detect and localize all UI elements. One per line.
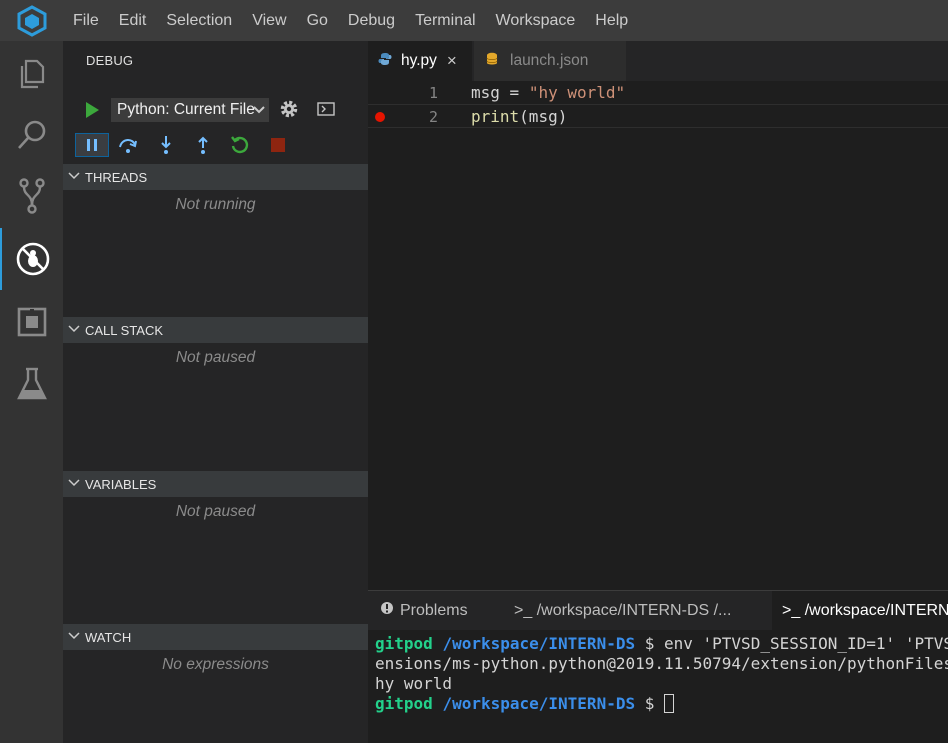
menu-terminal[interactable]: Terminal [405, 0, 485, 41]
call-stack-message: Not paused [175, 349, 256, 366]
menu-help[interactable]: Help [585, 0, 638, 41]
close-icon[interactable]: × [447, 51, 457, 71]
section-watch[interactable]: WATCH [63, 624, 368, 650]
pause-icon[interactable] [75, 133, 109, 157]
editor-tabbar: hy.py × launch.json [368, 41, 948, 81]
database-file-icon [486, 52, 498, 71]
menu-view[interactable]: View [242, 0, 296, 41]
terminal-line: gitpod /workspace/INTERN-DS $ [375, 694, 674, 714]
section-threads[interactable]: THREADS [63, 164, 368, 190]
watch-message: No expressions [162, 656, 269, 673]
section-call-stack[interactable]: CALL STACK [63, 317, 368, 343]
debug-toolbar: Python: Current File [63, 96, 368, 124]
section-call-stack-label: CALL STACK [85, 322, 164, 338]
debug-controls [63, 133, 368, 157]
info-icon [380, 601, 394, 620]
debug-config-label: Python: Current File [117, 101, 255, 118]
step-over-icon[interactable] [113, 133, 143, 157]
activity-bar [0, 41, 63, 743]
tab-problems[interactable]: Problems [368, 591, 492, 630]
menu-debug[interactable]: Debug [338, 0, 405, 41]
chevron-down-icon [68, 323, 80, 338]
chevron-down-icon [68, 170, 80, 185]
panel-tabbar: Problems >_ /workspace/INTERN-DS /... >_… [368, 590, 948, 630]
code-line-current: 2 print(msg) [368, 104, 948, 128]
menu-edit[interactable]: Edit [109, 0, 157, 41]
gear-icon[interactable] [279, 99, 299, 124]
menu-selection[interactable]: Selection [156, 0, 242, 41]
tab-terminal-2[interactable]: >_ /workspace/INTERN-DS [772, 591, 948, 630]
threads-message: Not running [175, 196, 256, 213]
code-line: 1 msg = "hy world" [368, 81, 948, 105]
debug-config-select[interactable]: Python: Current File [111, 98, 269, 122]
section-watch-label: WATCH [85, 629, 132, 645]
tab-problems-label: Problems [400, 601, 468, 619]
line-number: 2 [428, 108, 438, 126]
tab-hy-py[interactable]: hy.py × [368, 41, 472, 81]
tab-hy-py-label: hy.py [401, 52, 437, 69]
debug-console-icon[interactable] [317, 102, 335, 121]
chevron-down-icon [68, 630, 80, 645]
stop-icon[interactable] [263, 133, 293, 157]
debug-sidebar: DEBUG Python: Current File THREADS Not r… [63, 41, 368, 743]
section-threads-label: THREADS [85, 169, 148, 185]
source-control-icon[interactable] [0, 165, 63, 227]
menubar: File Edit Selection View Go Debug Termin… [0, 0, 948, 41]
tab-launch-json[interactable]: launch.json [474, 41, 626, 81]
step-out-icon[interactable] [188, 133, 218, 157]
terminal-line: ensions/ms-python.python@2019.11.50794/e… [375, 654, 948, 673]
tab-terminal-1[interactable]: >_ /workspace/INTERN-DS /... [504, 591, 758, 630]
extensions-icon[interactable] [0, 291, 63, 353]
code-text: msg = "hy world" [471, 83, 626, 102]
menu-workspace[interactable]: Workspace [486, 0, 586, 41]
variables-message: Not paused [175, 503, 256, 520]
restart-icon[interactable] [225, 133, 255, 157]
menu-go[interactable]: Go [297, 0, 338, 41]
line-number: 1 [428, 84, 438, 102]
start-debugging-icon[interactable] [85, 102, 99, 123]
debug-icon[interactable] [0, 228, 63, 290]
tab-launch-json-label: launch.json [510, 52, 589, 69]
tab-terminal-1-label: >_ /workspace/INTERN-DS /... [514, 601, 732, 619]
menu-file[interactable]: File [63, 0, 109, 41]
terminal[interactable]: gitpod /workspace/INTERN-DS $ env 'PTVSD… [368, 630, 948, 743]
tab-terminal-2-label: >_ /workspace/INTERN-DS [782, 601, 948, 619]
chevron-down-icon [68, 477, 80, 492]
chevron-down-icon [253, 98, 265, 122]
sidebar-title: DEBUG [86, 53, 134, 68]
code-editor[interactable]: 1 msg = "hy world" 2 print(msg) [368, 81, 948, 590]
section-variables-label: VARIABLES [85, 476, 157, 492]
terminal-line: gitpod /workspace/INTERN-DS $ env 'PTVSD… [375, 634, 948, 653]
python-file-icon [378, 52, 392, 71]
gitpod-logo-icon [0, 0, 63, 41]
step-into-icon[interactable] [151, 133, 181, 157]
terminal-line: hy world [375, 674, 453, 693]
code-text: print(msg) [471, 107, 568, 126]
terminal-cursor [664, 694, 674, 713]
section-variables[interactable]: VARIABLES [63, 471, 368, 497]
flask-icon[interactable] [0, 353, 63, 415]
explorer-icon[interactable] [0, 43, 63, 105]
search-icon[interactable] [0, 104, 63, 166]
